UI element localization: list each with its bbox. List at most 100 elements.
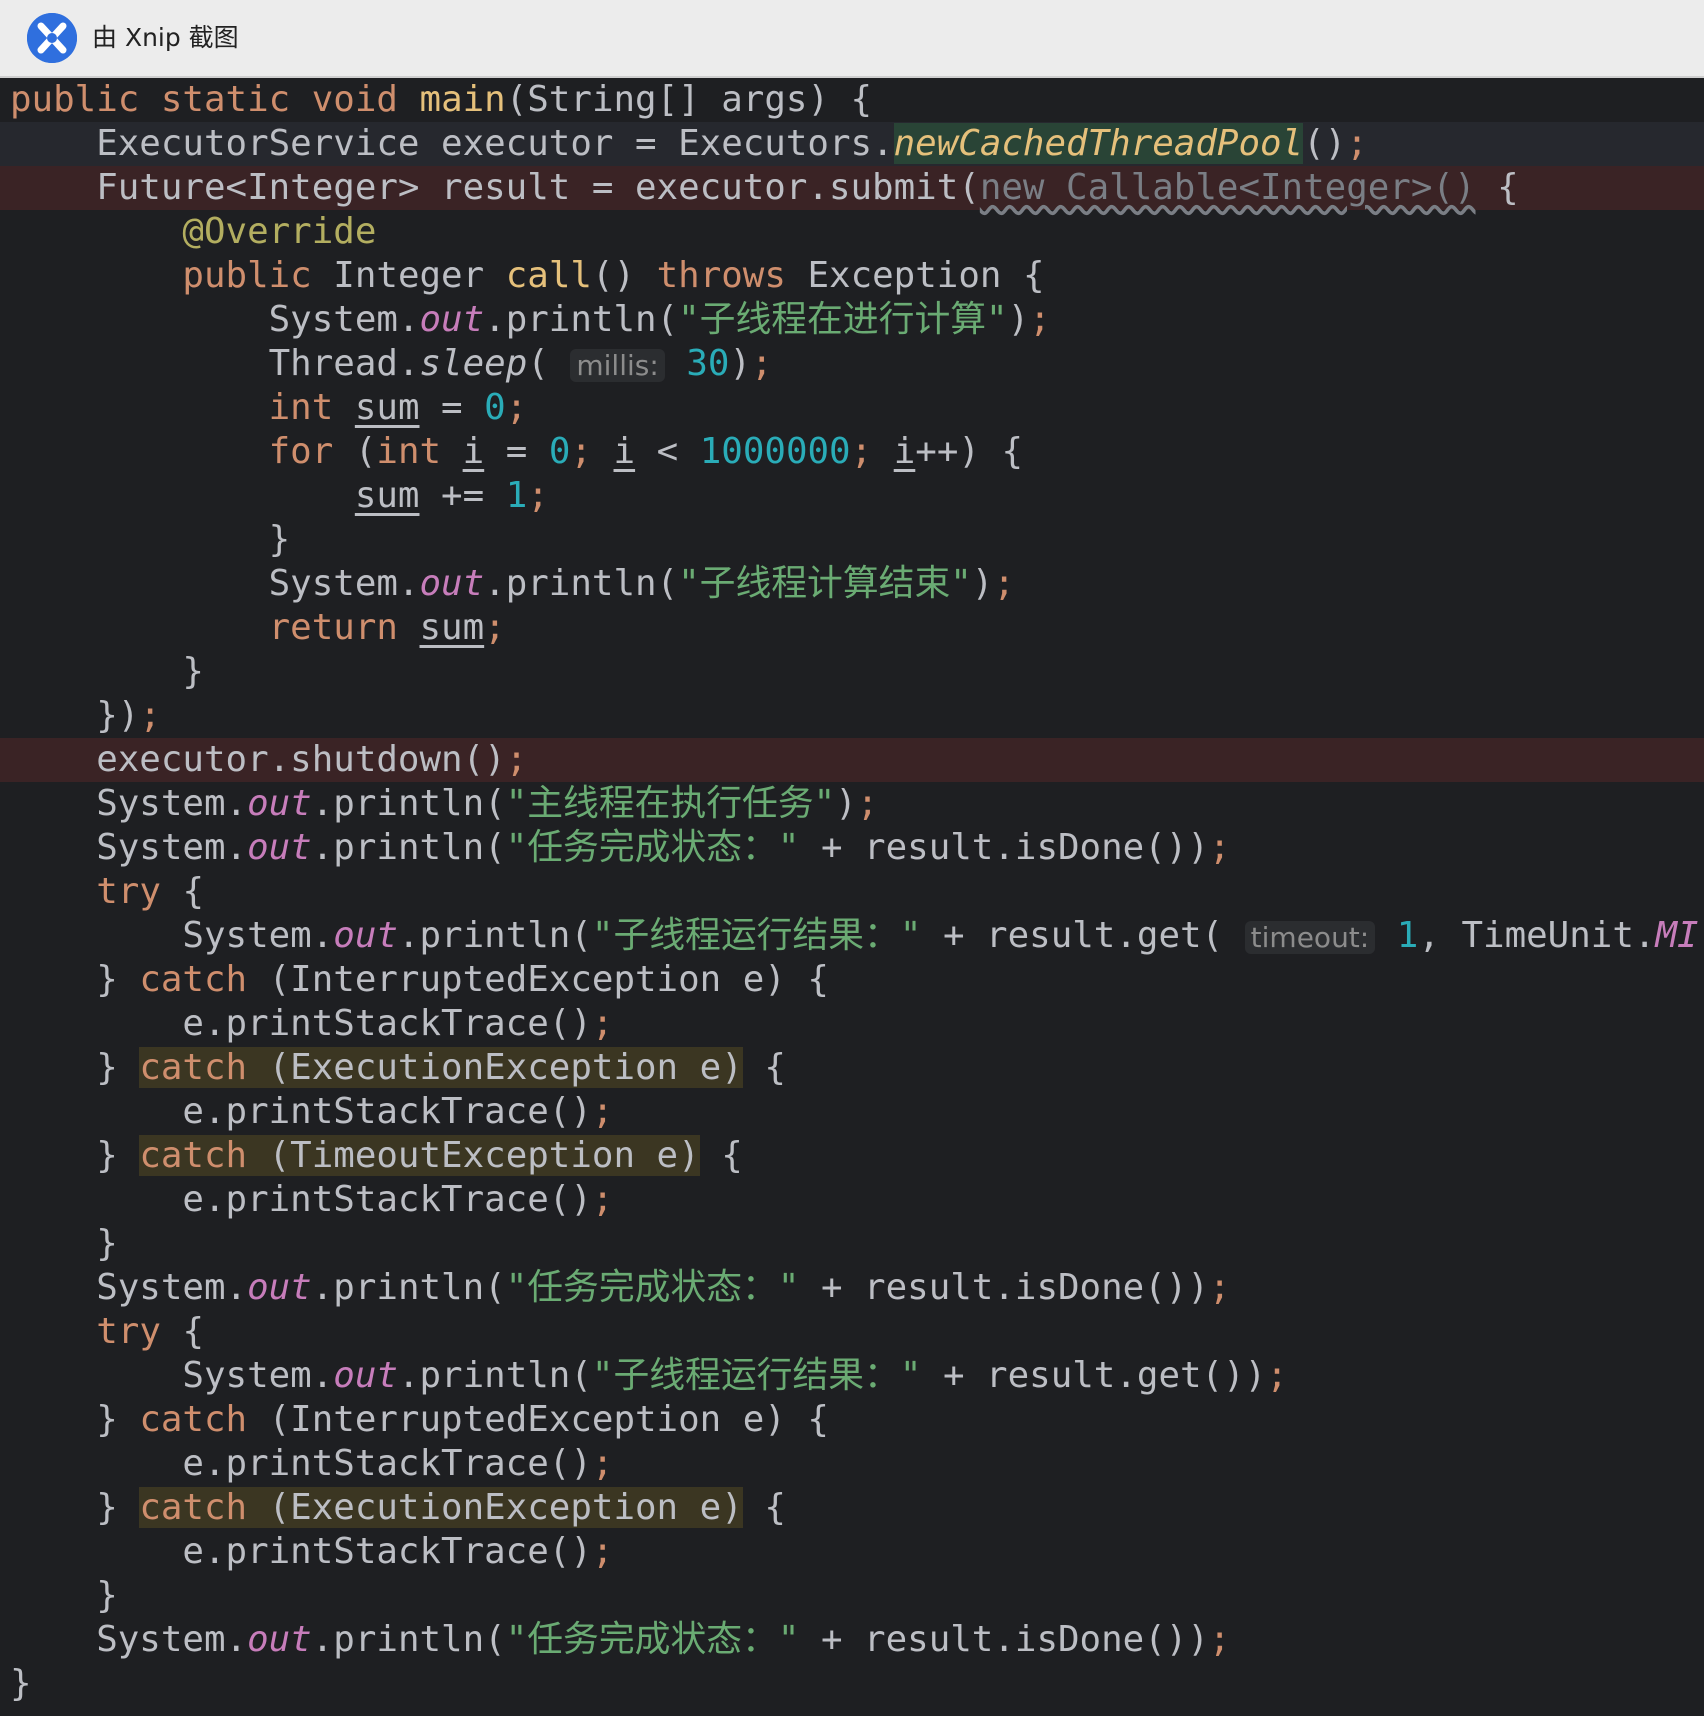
token: }: [10, 1663, 32, 1704]
token: }): [10, 695, 140, 736]
token: ;: [484, 607, 506, 648]
code-line-8: int sum = 0;: [0, 386, 1704, 430]
token: ;: [1029, 299, 1051, 340]
token: "任务完成状态：": [505, 1619, 800, 1660]
token: }: [10, 519, 291, 560]
token: e.printStackTrace(): [10, 1443, 592, 1484]
token: sum: [419, 607, 485, 648]
code-line-14: }: [0, 650, 1704, 694]
token: 1: [505, 475, 528, 516]
token: (TimeoutException e): [268, 1135, 700, 1176]
token: (): [591, 255, 657, 296]
token: public: [182, 255, 334, 296]
code-line-31: } catch (InterruptedException e) {: [0, 1398, 1704, 1442]
token: {: [742, 1487, 786, 1528]
token: System.: [10, 783, 248, 824]
token: .println(: [311, 783, 506, 824]
token: + result.isDone()): [799, 1619, 1209, 1660]
code-line-1: public static void main(String[] args) {: [0, 78, 1704, 122]
token: throws: [656, 255, 808, 296]
code-line-35: }: [0, 1574, 1704, 1618]
parameter-hint: millis:: [570, 349, 665, 382]
code-line-32: e.printStackTrace();: [0, 1442, 1704, 1486]
code-line-11: }: [0, 518, 1704, 562]
token: }: [10, 651, 204, 692]
token: (InterruptedException e) {: [268, 1399, 829, 1440]
code-line-21: } catch (InterruptedException e) {: [0, 958, 1704, 1002]
token: <: [635, 431, 700, 472]
token: ;: [850, 431, 894, 472]
code-line-27: }: [0, 1222, 1704, 1266]
token: try: [96, 1311, 183, 1352]
code-line-33: } catch (ExecutionException e) {: [0, 1486, 1704, 1530]
token: e.printStackTrace(): [10, 1531, 592, 1572]
code-line-4: @Override: [0, 210, 1704, 254]
token: e.printStackTrace(): [10, 1179, 592, 1220]
code-line-25: } catch (TimeoutException e) {: [0, 1134, 1704, 1178]
token: }: [10, 1223, 118, 1264]
token: out: [419, 563, 485, 604]
xnip-logo-icon: [27, 13, 77, 63]
token: (ExecutionException e): [268, 1047, 743, 1088]
code-line-12: System.out.println("子线程计算结束");: [0, 562, 1704, 606]
token: "子线程运行结果：": [591, 915, 922, 956]
token: ;: [856, 783, 879, 824]
code-line-22: e.printStackTrace();: [0, 1002, 1704, 1046]
code-line-23: } catch (ExecutionException e) {: [0, 1046, 1704, 1090]
token: (: [354, 431, 377, 472]
token: return: [268, 607, 420, 648]
token: public: [10, 79, 161, 120]
token: System.: [10, 299, 420, 340]
token: }: [10, 959, 140, 1000]
token: .println(: [311, 1267, 506, 1308]
token: int: [376, 431, 463, 472]
token: ;: [1208, 1619, 1231, 1660]
token: {: [699, 1135, 743, 1176]
token: (): [1303, 123, 1347, 164]
token: "主线程在执行任务": [505, 783, 836, 824]
code-line-37: }: [0, 1662, 1704, 1706]
token: sleep: [419, 343, 528, 384]
token: out: [247, 1619, 312, 1660]
token: "子线程运行结果：": [591, 1355, 922, 1396]
token: }: [10, 1399, 140, 1440]
token: static: [160, 79, 312, 120]
code-line-5: public Integer call() throws Exception {: [0, 254, 1704, 298]
code-line-20: System.out.println("子线程运行结果：" + result.g…: [0, 914, 1704, 958]
token: 0: [484, 387, 506, 428]
token: +=: [419, 475, 506, 516]
code-line-6: System.out.println("子线程在进行计算");: [0, 298, 1704, 342]
token: ;: [505, 739, 528, 780]
token: {: [1475, 167, 1519, 208]
token: new Callable<Integer>(): [979, 167, 1476, 208]
token: ;: [505, 387, 528, 428]
code-line-16: executor.shutdown();: [0, 738, 1704, 782]
code-editor[interactable]: public static void main(String[] args) {…: [0, 78, 1704, 1716]
token: Integer: [333, 255, 506, 296]
token: + result.isDone()): [799, 1267, 1209, 1308]
token: =: [419, 387, 485, 428]
token: ;: [591, 1091, 614, 1132]
token: {: [742, 1047, 786, 1088]
code-line-28: System.out.println("任务完成状态：" + result.is…: [0, 1266, 1704, 1310]
token: 30: [686, 343, 730, 384]
token: int: [268, 387, 355, 428]
code-line-29: try {: [0, 1310, 1704, 1354]
token: ): [729, 343, 752, 384]
code-line-7: Thread.sleep( millis: 30);: [0, 342, 1704, 386]
token: "子线程计算结束": [678, 563, 972, 604]
token: Exception {: [807, 255, 1045, 296]
token: =: [484, 431, 549, 472]
token: ;: [591, 1003, 614, 1044]
code-line-30: System.out.println("子线程运行结果：" + result.g…: [0, 1354, 1704, 1398]
code-line-9: for (int i = 0; i < 1000000; i++) {: [0, 430, 1704, 474]
token: sum: [354, 475, 420, 516]
token: (ExecutionException e): [268, 1487, 743, 1528]
token: .println(: [484, 563, 679, 604]
